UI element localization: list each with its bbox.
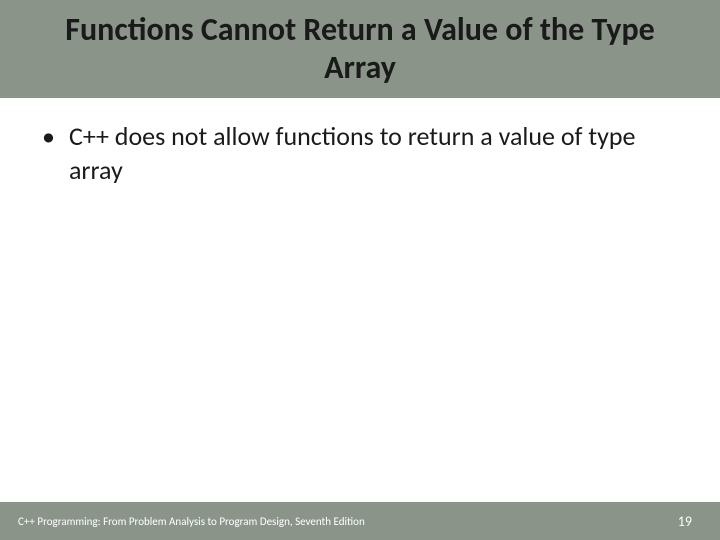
page-number: 19 xyxy=(678,513,692,530)
bullet-item: • C++ does not allow functions to return… xyxy=(42,120,678,188)
content-area: • C++ does not allow functions to return… xyxy=(0,98,720,188)
footer-text: C++ Programming: From Problem Analysis t… xyxy=(18,515,365,528)
slide-title: Functions Cannot Return a Value of the T… xyxy=(0,11,720,88)
header-bar: Functions Cannot Return a Value of the T… xyxy=(0,0,720,98)
bullet-marker: • xyxy=(42,120,55,154)
footer-bar: C++ Programming: From Problem Analysis t… xyxy=(0,502,720,540)
bullet-text: C++ does not allow functions to return a… xyxy=(69,120,678,188)
